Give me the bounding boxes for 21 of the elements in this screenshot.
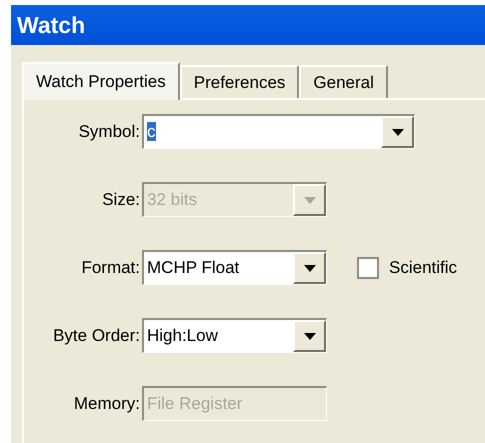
tab[interactable]: General — [299, 65, 388, 98]
dropdown-button[interactable] — [293, 320, 326, 352]
dropdown-field[interactable]: High:Low — [142, 318, 327, 353]
dropdown-button[interactable] — [381, 116, 414, 148]
field-label: Symbol: — [78, 120, 141, 143]
tab[interactable]: Preferences — [180, 65, 300, 98]
dropdown-field[interactable]: MCHP Float — [142, 250, 327, 285]
checkbox[interactable] — [357, 256, 379, 278]
field-label: Size: — [101, 188, 141, 211]
caret-icon — [304, 332, 316, 340]
dropdown-button[interactable] — [293, 252, 326, 284]
dropdown-field[interactable]: c — [142, 114, 415, 149]
window-title: Watch — [17, 10, 86, 40]
field-label: Memory: — [72, 392, 141, 415]
caret-icon — [304, 196, 316, 204]
checkbox-label: Scientific — [389, 256, 458, 279]
field-label: Format: — [80, 256, 141, 279]
tab[interactable]: Watch Properties — [22, 62, 180, 100]
field-label: Byte Order: — [52, 324, 141, 347]
caret-icon — [392, 128, 404, 136]
caret-icon — [304, 264, 316, 272]
